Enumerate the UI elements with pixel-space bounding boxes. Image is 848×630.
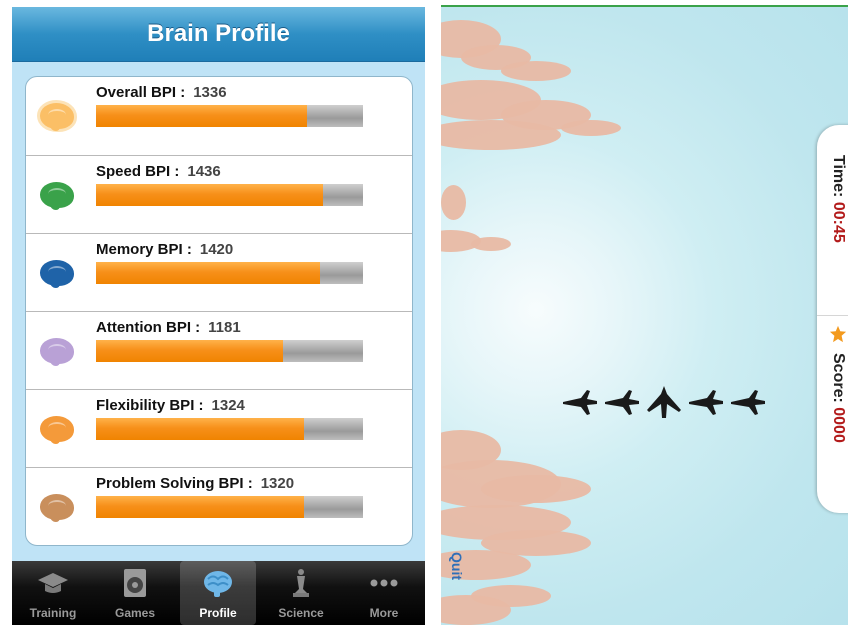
bpi-bar-fill	[96, 418, 305, 440]
time-label: Time:	[830, 155, 847, 198]
flexibility-brain-icon	[40, 416, 74, 444]
bpi-value: 1324	[211, 397, 245, 414]
time-value: 00:45	[830, 201, 847, 243]
bpi-row-flexibility[interactable]: Flexibility BPI :1324	[26, 389, 412, 468]
memory-brain-icon	[40, 260, 74, 288]
bpi-bar	[96, 105, 363, 127]
bpi-value: 1336	[193, 84, 227, 101]
tab-more[interactable]: More	[346, 561, 422, 625]
brain-profile-screen: Brain Profile Overall BPI :1336 Speed BP…	[12, 7, 425, 625]
bpi-label: Attention BPI :1181	[96, 319, 241, 336]
bpi-value: 1181	[208, 319, 241, 336]
hud-panel: Time: 00:45 Score: 0000	[817, 125, 848, 513]
bpi-value: 1420	[199, 241, 234, 258]
hud-divider	[817, 315, 848, 316]
bird-formation	[561, 380, 771, 424]
chess-piece-icon	[293, 569, 309, 597]
bpi-row-problem-solving[interactable]: Problem Solving BPI :1320	[26, 467, 412, 545]
more-dots-icon	[370, 579, 398, 587]
quit-button[interactable]: Quit	[449, 552, 465, 580]
attention-brain-icon	[40, 338, 74, 366]
bird-right-icon	[689, 390, 723, 415]
page-title: Brain Profile	[12, 7, 425, 62]
tab-bar: Training Games Profile Science More	[12, 561, 425, 625]
bpi-bar	[96, 340, 363, 362]
top-border	[441, 5, 848, 7]
bpi-bar-fill	[96, 496, 305, 518]
tab-science[interactable]: Science	[263, 561, 339, 625]
bpi-label: Overall BPI :1336	[96, 84, 227, 101]
problem-solving-brain-icon	[40, 494, 74, 522]
speed-brain-icon	[40, 182, 74, 210]
bpi-bar	[96, 184, 363, 206]
bpi-bar-fill	[96, 184, 323, 206]
bpi-bar-fill	[96, 340, 283, 362]
bpi-value: 1436	[187, 163, 221, 180]
score-label: Score:	[830, 353, 847, 403]
bpi-row-memory[interactable]: Memory BPI :1420	[26, 233, 412, 312]
bpi-bar-fill	[96, 105, 307, 127]
bpi-label: Speed BPI :1436	[96, 163, 221, 180]
bird-right-icon	[605, 390, 639, 415]
bird-right-icon	[563, 390, 597, 415]
bpi-bar	[96, 262, 363, 284]
bpi-label: Memory BPI :1420	[96, 241, 234, 258]
tab-profile[interactable]: Profile	[180, 561, 256, 625]
score-value: 0000	[830, 407, 847, 443]
bpi-list: Overall BPI :1336 Speed BPI :1436 Memory…	[25, 76, 413, 546]
graduation-cap-icon	[38, 573, 68, 593]
brain-icon	[204, 571, 232, 597]
bird-right-icon	[731, 390, 765, 415]
game-screen: Time: 00:45 Score: 0000 Quit	[441, 5, 848, 625]
bpi-bar	[96, 418, 363, 440]
bpi-label: Flexibility BPI :1324	[96, 397, 245, 414]
speaker-icon	[124, 569, 146, 597]
bpi-row-speed[interactable]: Speed BPI :1436	[26, 155, 412, 234]
overall-brain-icon	[40, 103, 74, 131]
tab-games[interactable]: Games	[97, 561, 173, 625]
star-icon	[829, 325, 847, 343]
bird-up-icon	[647, 386, 681, 418]
tab-training[interactable]: Training	[15, 561, 91, 625]
bpi-bar-fill	[96, 262, 321, 284]
score: Score: 0000	[829, 353, 847, 443]
bpi-row-overall[interactable]: Overall BPI :1336	[26, 77, 412, 155]
timer: Time: 00:45	[829, 155, 847, 243]
bpi-bar	[96, 496, 363, 518]
bpi-value: 1320	[260, 475, 295, 492]
bpi-row-attention[interactable]: Attention BPI :1181	[26, 311, 412, 390]
bpi-label: Problem Solving BPI :1320	[96, 475, 295, 492]
